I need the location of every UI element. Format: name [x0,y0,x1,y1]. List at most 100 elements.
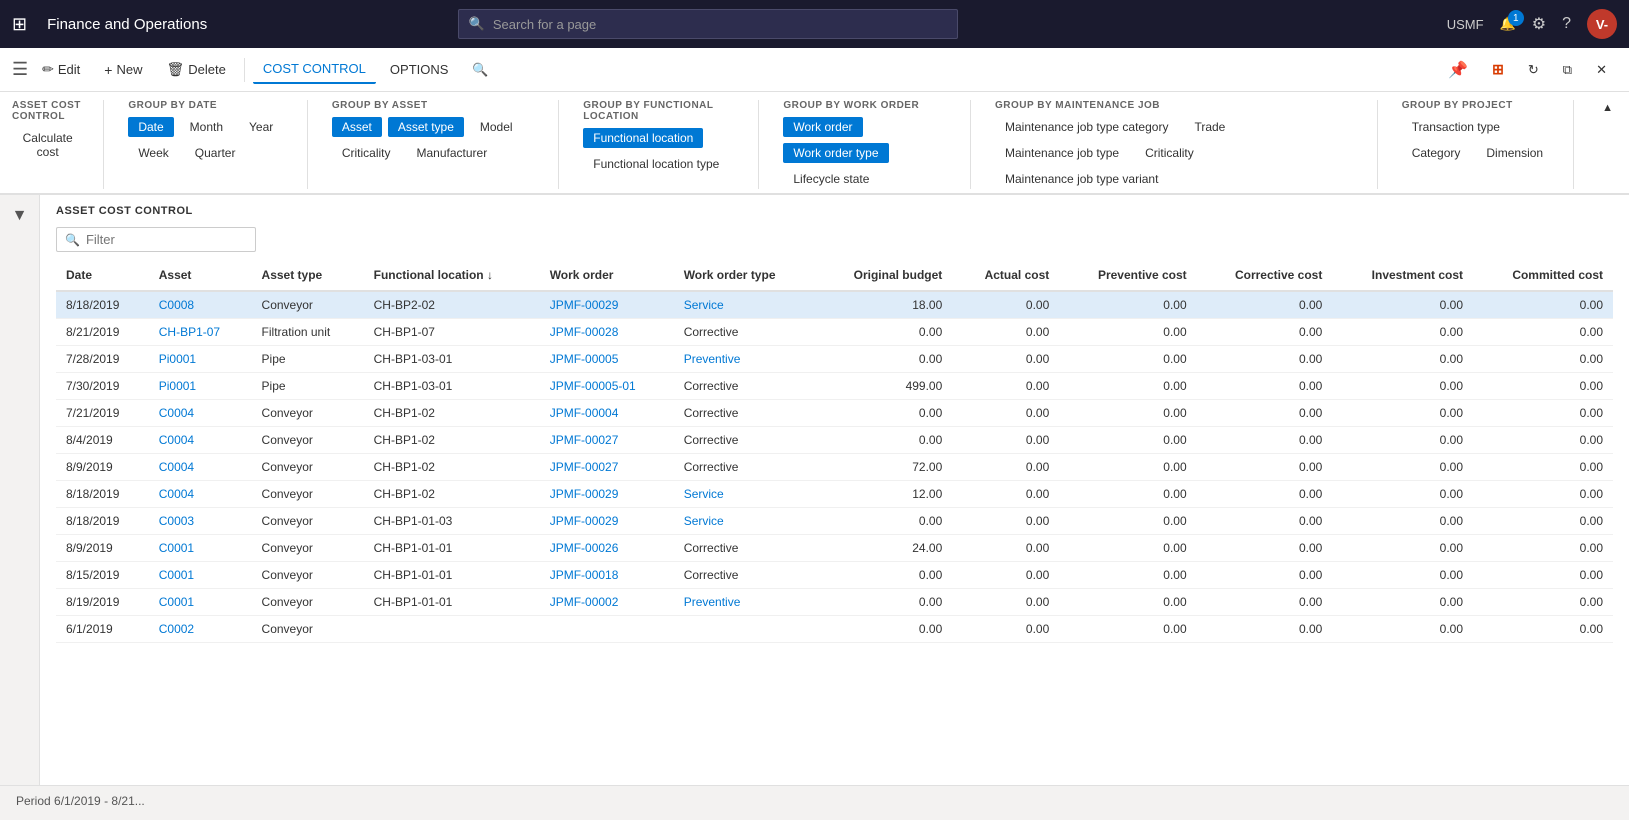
col-func-loc[interactable]: Functional location ↓ [364,260,540,291]
cell-func-loc: CH-BP1-01-01 [364,535,540,562]
cell-asset: Pi0001 [149,373,252,400]
options-tab[interactable]: OPTIONS [380,56,459,83]
table-row[interactable]: 8/9/2019C0004ConveyorCH-BP1-02JPMF-00027… [56,454,1613,481]
ribbon-collapse-button[interactable]: ▲ [1598,100,1617,116]
cell-preventive-cost: 0.00 [1059,562,1196,589]
ribbon-btn-manufacturer[interactable]: Manufacturer [407,143,498,163]
col-corrective-cost[interactable]: Corrective cost [1197,260,1333,291]
table-row[interactable]: 8/9/2019C0001ConveyorCH-BP1-01-01JPMF-00… [56,535,1613,562]
user-avatar[interactable]: V- [1587,9,1617,39]
ribbon-btn-work-order-type[interactable]: Work order type [783,143,888,163]
cell-preventive-cost: 0.00 [1059,291,1196,319]
help-icon[interactable]: ? [1562,15,1571,33]
ribbon-btn-work-order[interactable]: Work order [783,117,862,137]
col-committed-cost[interactable]: Committed cost [1473,260,1613,291]
ribbon: ASSET COST CONTROL Calculate cost GROUP … [0,92,1629,195]
ribbon-group-date-label: GROUP BY DATE [128,100,287,111]
cell-investment-cost: 0.00 [1332,562,1473,589]
cost-control-tab[interactable]: COST CONTROL [253,55,376,84]
cell-asset: C0004 [149,454,252,481]
notification-bell[interactable]: 🔔 1 [1500,16,1516,32]
hamburger-icon[interactable]: ☰ [12,59,28,80]
cell-committed-cost: 0.00 [1473,373,1613,400]
table-row[interactable]: 8/4/2019C0004ConveyorCH-BP1-02JPMF-00027… [56,427,1613,454]
col-investment-cost[interactable]: Investment cost [1332,260,1473,291]
col-actual-cost[interactable]: Actual cost [952,260,1059,291]
ribbon-btn-maint-job-variant[interactable]: Maintenance job type variant [995,169,1168,189]
close-button[interactable]: ✕ [1586,56,1617,84]
ribbon-btn-month[interactable]: Month [180,117,233,137]
col-asset-type[interactable]: Asset type [252,260,364,291]
filter-input[interactable] [86,232,247,247]
ribbon-btn-maint-job-category[interactable]: Maintenance job type category [995,117,1178,137]
ribbon-btn-asset-type[interactable]: Asset type [388,117,464,137]
cell-investment-cost: 0.00 [1332,373,1473,400]
table-row[interactable]: 7/21/2019C0004ConveyorCH-BP1-02JPMF-0000… [56,400,1613,427]
waffle-icon[interactable]: ⊞ [12,14,27,35]
ribbon-btn-asset[interactable]: Asset [332,117,382,137]
cell-work-order-type: Preventive [674,346,815,373]
settings-icon[interactable]: ⚙ [1532,14,1546,34]
col-asset[interactable]: Asset [149,260,252,291]
pin-button[interactable]: 📌 [1438,54,1478,86]
table-container[interactable]: Date Asset Asset type Functional locatio… [56,260,1613,785]
ribbon-btn-transaction-type[interactable]: Transaction type [1402,117,1510,137]
new-button[interactable]: + New [94,56,152,84]
delete-label: Delete [188,62,226,77]
section-title: ASSET COST CONTROL [40,195,1629,223]
table-row[interactable]: 8/19/2019C0001ConveyorCH-BP1-01-01JPMF-0… [56,589,1613,616]
table-row[interactable]: 6/1/2019C0002Conveyor0.000.000.000.000.0… [56,616,1613,643]
ribbon-btn-func-loc-type[interactable]: Functional location type [583,154,729,174]
refresh-button[interactable]: ↻ [1518,56,1549,84]
ribbon-btn-dimension[interactable]: Dimension [1476,143,1553,163]
table-row[interactable]: 7/28/2019Pi0001PipeCH-BP1-03-01JPMF-0000… [56,346,1613,373]
ribbon-btn-year[interactable]: Year [239,117,283,137]
cell-date: 7/30/2019 [56,373,149,400]
ribbon-func-loc-items: Functional location Functional location … [583,128,738,174]
table-row[interactable]: 7/30/2019Pi0001PipeCH-BP1-03-01JPMF-0000… [56,373,1613,400]
cell-asset-type: Filtration unit [252,319,364,346]
table-row[interactable]: 8/18/2019C0003ConveyorCH-BP1-01-03JPMF-0… [56,508,1613,535]
ribbon-btn-func-loc[interactable]: Functional location [583,128,703,148]
cell-corrective-cost: 0.00 [1197,508,1333,535]
ribbon-btn-category[interactable]: Category [1402,143,1471,163]
cell-func-loc: CH-BP1-03-01 [364,373,540,400]
col-preventive-cost[interactable]: Preventive cost [1059,260,1196,291]
cell-actual-cost: 0.00 [952,319,1059,346]
ribbon-btn-criticality-asset[interactable]: Criticality [332,143,401,163]
edit-button[interactable]: ✏ Edit [32,55,90,84]
cell-asset: C0001 [149,562,252,589]
ribbon-btn-quarter[interactable]: Quarter [185,143,246,163]
office-button[interactable]: ⊞ [1482,55,1514,84]
col-work-order-type[interactable]: Work order type [674,260,815,291]
search-icon: 🔍 [469,16,485,32]
table-row[interactable]: 8/21/2019CH-BP1-07Filtration unitCH-BP1-… [56,319,1613,346]
ribbon-btn-date[interactable]: Date [128,117,173,137]
cell-work-order: JPMF-00026 [540,535,674,562]
table-row[interactable]: 8/15/2019C0001ConveyorCH-BP1-01-01JPMF-0… [56,562,1613,589]
cell-asset-type: Pipe [252,373,364,400]
cell-committed-cost: 0.00 [1473,616,1613,643]
restore-button[interactable]: ⧉ [1553,56,1582,84]
search-cmd-button[interactable]: 🔍 [462,56,498,84]
col-work-order[interactable]: Work order [540,260,674,291]
ribbon-btn-lifecycle-state[interactable]: Lifecycle state [783,169,879,189]
table-row[interactable]: 8/18/2019C0004ConveyorCH-BP1-02JPMF-0002… [56,481,1613,508]
cell-work-order: JPMF-00029 [540,291,674,319]
ribbon-btn-trade[interactable]: Trade [1184,117,1235,137]
ribbon-btn-model[interactable]: Model [470,117,523,137]
cell-investment-cost: 0.00 [1332,481,1473,508]
col-date[interactable]: Date [56,260,149,291]
ribbon-btn-maint-job-type[interactable]: Maintenance job type [995,143,1129,163]
cell-asset: C0002 [149,616,252,643]
table-row[interactable]: 8/18/2019C0008ConveyorCH-BP2-02JPMF-0002… [56,291,1613,319]
col-orig-budget[interactable]: Original budget [815,260,952,291]
ribbon-btn-week[interactable]: Week [128,143,178,163]
cell-orig-budget: 0.00 [815,319,952,346]
filter-icon[interactable]: ▼ [12,207,28,225]
search-input[interactable] [493,17,947,32]
ribbon-btn-criticality-maint[interactable]: Criticality [1135,143,1204,163]
delete-button[interactable]: 🗑 Delete [156,55,235,84]
calculate-cost-button[interactable]: Calculate cost [12,128,83,162]
cell-date: 7/28/2019 [56,346,149,373]
